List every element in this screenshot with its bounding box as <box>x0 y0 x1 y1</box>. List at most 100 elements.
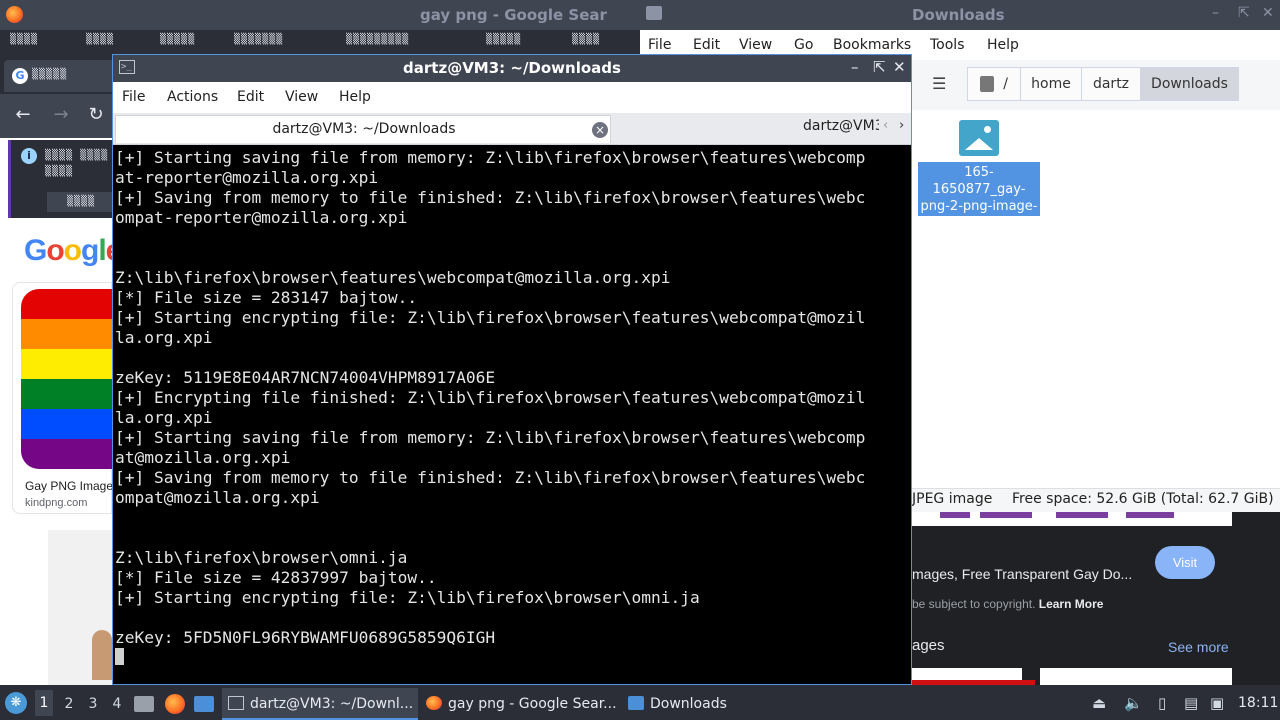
eject-icon[interactable]: ⏏ <box>1092 694 1106 712</box>
maximize-icon[interactable]: ⇱ <box>873 58 886 76</box>
terminal-line: [+] Starting encrypting file: Z:\lib\fir… <box>115 588 700 607</box>
display-icon[interactable]: ▤ <box>1184 694 1198 712</box>
forward-arrow-icon[interactable]: → <box>50 104 72 126</box>
minimize-icon[interactable]: – <box>851 58 859 76</box>
menu-view[interactable]: View <box>285 89 318 105</box>
image-result-thumbnail[interactable] <box>48 530 112 685</box>
terminal-line: [*] File size = 42837997 bajtow.. <box>115 568 437 587</box>
terminal-titlebar[interactable]: dartz@VM3: ~/Downloads >_ – ⇱ ✕ <box>113 55 911 82</box>
learn-more-link[interactable]: Learn More <box>1039 597 1104 611</box>
related-image-thumbnail[interactable] <box>1040 668 1232 685</box>
task-downloads[interactable]: Downloads <box>626 688 746 720</box>
bookmark-item[interactable]: ▒▒▒▒ <box>572 34 600 48</box>
google-logo[interactable]: Google <box>24 234 122 268</box>
bookmark-item[interactable]: ▒▒▒▒▒ <box>160 34 195 48</box>
close-icon[interactable]: ✕ <box>893 58 906 76</box>
menu-file[interactable]: File <box>648 37 671 53</box>
menu-view[interactable]: View <box>739 37 772 53</box>
tab-close-icon[interactable]: × <box>592 122 608 138</box>
firefox-icon <box>426 695 442 710</box>
back-arrow-icon[interactable]: ← <box>12 104 34 126</box>
strip-image[interactable] <box>980 512 1032 518</box>
bookmark-item[interactable]: ▒▒▒▒▒ <box>486 34 521 48</box>
list-view-icon[interactable]: ☰ <box>932 74 946 93</box>
menu-go[interactable]: Go <box>794 37 813 53</box>
workspace-3[interactable]: 3 <box>84 696 102 712</box>
menu-help[interactable]: Help <box>339 89 371 105</box>
task-label: Downloads <box>650 696 727 712</box>
figure-image <box>92 630 112 680</box>
folder-icon <box>646 6 662 20</box>
menu-bookmarks[interactable]: Bookmarks <box>833 37 911 53</box>
bookmark-item[interactable]: ▒▒▒▒▒▒▒▒▒ <box>346 34 409 48</box>
task-firefox[interactable]: gay png - Google Sear... <box>424 688 620 720</box>
minimize-icon[interactable]: – <box>1212 5 1219 21</box>
maximize-icon[interactable]: ⇱ <box>1238 5 1250 21</box>
menu-edit[interactable]: Edit <box>693 37 720 53</box>
result-title[interactable]: Gay PNG Image <box>25 479 113 493</box>
notification-button[interactable]: ▒▒▒▒ <box>47 192 115 212</box>
terminal-line: at@mozilla.org.xpi <box>115 448 291 467</box>
terminal-output[interactable]: [+] Starting saving file from memory: Z:… <box>113 145 911 684</box>
terminal-cursor <box>115 648 124 665</box>
terminal-line: [+] Encrypting file finished: Z:\lib\fir… <box>115 388 866 407</box>
volume-icon[interactable]: 🔈 <box>1124 694 1143 712</box>
firefox-notification-bar: i ▒▒▒▒ ▒▒▒▒ ▒▒▒▒ ▒▒▒▒ <box>8 140 115 218</box>
terminal-line: Z:\lib\firefox\browser\omni.ja <box>115 548 408 567</box>
terminal-tab-active[interactable]: dartz@VM3: ~/Downloads × <box>115 115 611 143</box>
terminal-line: la.org.xpi <box>115 328 213 347</box>
breadcrumb-root[interactable]: / <box>967 67 1021 101</box>
logo-letter: o <box>46 234 64 267</box>
firefox-tab-strip: G ▒▒▒▒▒ <box>0 54 112 94</box>
workspace-4[interactable]: 4 <box>108 696 126 712</box>
menu-actions[interactable]: Actions <box>167 89 218 105</box>
rainbow-image-thumbnail[interactable] <box>21 289 113 469</box>
breadcrumb-downloads[interactable]: Downloads <box>1140 67 1239 101</box>
task-terminal[interactable]: dartz@VM3: ~/Downl... <box>222 688 418 720</box>
visit-button[interactable]: Visit <box>1155 546 1215 579</box>
image-result-card[interactable]: Gay PNG Image kindpng.com <box>12 282 113 514</box>
menu-file[interactable]: File <box>122 89 145 105</box>
terminal-menubar: File Actions Edit View Help <box>113 82 911 113</box>
drive-icon <box>980 76 994 92</box>
breadcrumb-home[interactable]: home <box>1020 67 1082 101</box>
strip-image[interactable] <box>940 512 970 518</box>
show-desktop-icon[interactable] <box>134 696 154 712</box>
terminal-line: ompat-reporter@mozilla.org.xpi <box>115 208 408 227</box>
menu-help[interactable]: Help <box>987 37 1019 53</box>
breadcrumb-label: / <box>1003 76 1008 92</box>
firefox-bookmarks-toolbar: ▒▒▒▒ ▒▒▒▒ ▒▒▒▒▒ ▒▒▒▒▒▒▒ ▒▒▒▒▒▒▒▒▒ ▒▒▒▒▒ … <box>0 30 640 54</box>
menu-edit[interactable]: Edit <box>237 89 264 105</box>
chevron-right-icon[interactable]: › <box>899 118 904 133</box>
related-images-heading: ages <box>912 637 945 654</box>
strip-image[interactable] <box>1126 512 1174 518</box>
bookmark-item[interactable]: ▒▒▒▒▒▒▒ <box>234 34 283 48</box>
network-icon[interactable]: ▣ <box>1210 694 1224 712</box>
google-results-page: Google Gay PNG Image kindpng.com <box>0 220 122 685</box>
breadcrumb-dartz[interactable]: dartz <box>1081 67 1141 101</box>
file-name-label[interactable]: 165-1650877_gay-png-2-png-image-gay-prid… <box>918 162 1040 216</box>
see-more-link[interactable]: See more <box>1168 639 1229 655</box>
bookmark-item[interactable]: ▒▒▒▒ <box>10 34 38 48</box>
workspace-2[interactable]: 2 <box>60 696 78 712</box>
workspace-1[interactable]: 1 <box>35 690 53 716</box>
terminal-tab-inactive[interactable]: dartz@VM3: ~/Downloads <box>803 118 879 134</box>
close-icon[interactable]: ✕ <box>1262 5 1274 21</box>
start-menu-button[interactable]: ❋ <box>5 692 27 714</box>
clipboard-icon[interactable]: ▯ <box>1158 694 1166 712</box>
firefox-tab[interactable]: G ▒▒▒▒▒ <box>4 60 112 92</box>
bookmark-item[interactable]: ▒▒▒▒ <box>86 34 114 48</box>
firefox-launcher-icon[interactable] <box>165 694 185 714</box>
terminal-icon: >_ <box>119 60 135 74</box>
strip-image[interactable] <box>1056 512 1108 518</box>
chevron-left-icon[interactable]: ‹ <box>883 118 888 133</box>
clock[interactable]: 18:11 <box>1238 695 1278 711</box>
reload-icon[interactable]: ↻ <box>85 104 107 126</box>
preview-result-title[interactable]: mages, Free Transparent Gay Do... <box>912 566 1132 582</box>
logo-letter: l <box>98 234 106 267</box>
file-manager-launcher-icon[interactable] <box>194 696 214 712</box>
menu-tools[interactable]: Tools <box>930 37 965 53</box>
image-file-icon[interactable] <box>959 120 999 156</box>
